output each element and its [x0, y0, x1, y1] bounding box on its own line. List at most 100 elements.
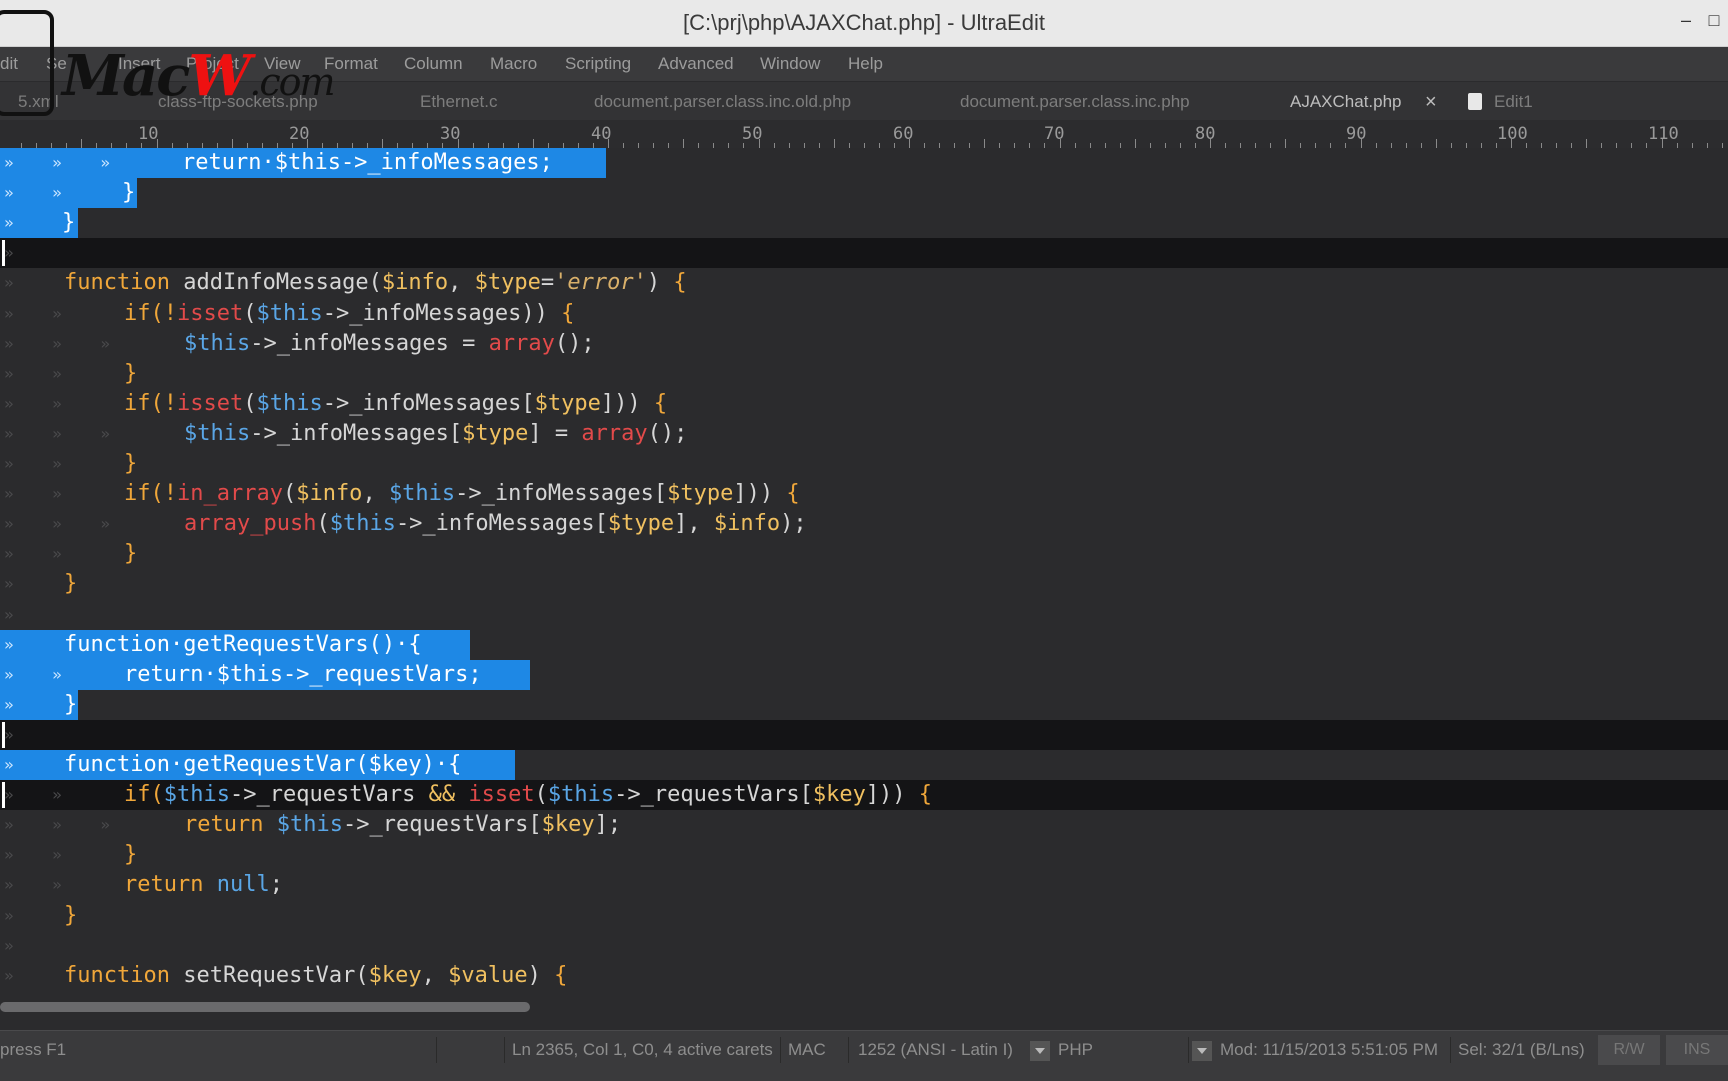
- ruler-number: 40: [591, 124, 612, 144]
- status-language[interactable]: PHP: [1058, 1040, 1093, 1060]
- code-line[interactable]: » »}: [0, 539, 1728, 569]
- whitespace-marker: »: [4, 905, 14, 925]
- language-dropdown-icon[interactable]: [1192, 1041, 1212, 1061]
- menu-window[interactable]: Window: [760, 54, 820, 74]
- code-line[interactable]: » » if(!isset($this->_infoMessages[$type]…: [0, 389, 1728, 419]
- text-caret: [2, 240, 5, 267]
- code-line[interactable]: » » return·$this->_requestVars;: [0, 659, 1728, 690]
- code-token: (: [316, 511, 330, 537]
- status-divider: [848, 1037, 849, 1063]
- code-line[interactable]: »}: [0, 901, 1728, 931]
- menu-help[interactable]: Help: [848, 54, 883, 74]
- code-token: (: [534, 782, 548, 808]
- code-token: }: [64, 902, 78, 928]
- code-token: {: [786, 481, 800, 507]
- code-token: }: [124, 360, 138, 386]
- tab-document-parser[interactable]: document.parser.class.inc.php: [960, 82, 1190, 120]
- code-line[interactable]: »: [0, 238, 1728, 269]
- code-token: ];: [594, 812, 622, 838]
- menu-column[interactable]: Column: [404, 54, 463, 74]
- menu-scripting[interactable]: Scripting: [565, 54, 631, 74]
- tab-edit1[interactable]: Edit1: [1494, 82, 1533, 120]
- ruler-number: 10: [138, 124, 159, 144]
- whitespace-marker: » »: [4, 484, 62, 504]
- code-line[interactable]: » » » $this->_infoMessages[$type] = array…: [0, 419, 1728, 449]
- code-line[interactable]: » » if($this->_requestVars && isset($this…: [0, 780, 1728, 811]
- status-selection: Sel: 32/1 (B/Lns): [1458, 1040, 1585, 1059]
- code-token: if(!: [124, 390, 177, 416]
- code-token: ->_requestVars: [229, 782, 429, 808]
- code-token: function·getRequestVars()·{: [64, 631, 422, 657]
- code-token: ();: [647, 420, 688, 446]
- code-line[interactable]: » »}: [0, 178, 1728, 209]
- code-token: array: [488, 330, 555, 356]
- code-text: function·getRequestVars()·{: [64, 630, 422, 660]
- ruler-tick: [984, 139, 986, 148]
- code-line[interactable]: » » if(!in_array($info, $this->_infoMessa…: [0, 479, 1728, 509]
- code-line[interactable]: » »}: [0, 840, 1728, 870]
- code-text: function·getRequestVar($key)·{: [64, 750, 461, 780]
- ruler-tick: [1285, 139, 1287, 148]
- code-token: if(!: [124, 300, 177, 326]
- whitespace-marker: » »: [4, 785, 62, 805]
- whitespace-marker: »: [4, 935, 14, 955]
- code-token: array_push: [184, 511, 317, 537]
- menu-macro[interactable]: Macro: [490, 54, 537, 74]
- code-line[interactable]: » » if(!isset($this->_infoMessages)) {: [0, 299, 1728, 329]
- code-token: ->_infoMessages)): [322, 300, 562, 326]
- maximize-button[interactable]: □: [1700, 8, 1728, 32]
- read-write-toggle[interactable]: R/W: [1598, 1035, 1660, 1065]
- code-token: ;: [269, 872, 283, 898]
- code-line[interactable]: »: [0, 600, 1728, 630]
- whitespace-marker: » » »: [4, 423, 110, 443]
- code-line[interactable]: » function·getRequestVars()·{: [0, 629, 1728, 660]
- code-token: return: [184, 812, 264, 838]
- whitespace-marker: » »: [4, 875, 62, 895]
- horizontal-scrollbar[interactable]: [0, 1000, 1728, 1014]
- code-text: $this->_infoMessages[$type] = array();: [184, 419, 687, 449]
- code-text: $this->_infoMessages = array();: [184, 329, 595, 359]
- code-token: setRequestVar(: [169, 962, 369, 988]
- code-line[interactable]: »}: [0, 208, 1728, 239]
- code-line[interactable]: »}: [0, 569, 1728, 599]
- whitespace-marker: »: [4, 243, 14, 263]
- scrollbar-thumb[interactable]: [0, 1002, 530, 1012]
- status-encoding[interactable]: 1252 (ANSI - Latin I): [858, 1040, 1013, 1060]
- tab-document-parser-old[interactable]: document.parser.class.inc.old.php: [594, 82, 851, 120]
- code-token: return·$this->_infoMessages;: [182, 150, 553, 175]
- code-line[interactable]: »: [0, 931, 1728, 961]
- code-line[interactable]: » » » $this->_infoMessages = array();: [0, 329, 1728, 359]
- code-token: {: [918, 782, 933, 808]
- code-line[interactable]: » function setRequestVar($key, $value) {: [0, 961, 1728, 988]
- menu-advanced[interactable]: Advanced: [658, 54, 734, 74]
- code-token: ])): [600, 390, 654, 416]
- tab-ajaxchat[interactable]: AJAXChat.php: [1290, 82, 1402, 120]
- whitespace-marker: » » »: [4, 815, 110, 835]
- code-line[interactable]: » »}: [0, 359, 1728, 389]
- tab-ethernet-c[interactable]: Ethernet.c: [420, 82, 498, 120]
- minimize-button[interactable]: –: [1672, 8, 1700, 32]
- code-token: $this: [329, 511, 396, 537]
- code-token: ();: [554, 330, 595, 356]
- status-line-ending[interactable]: MAC: [788, 1040, 826, 1060]
- code-line[interactable]: » »}: [0, 449, 1728, 479]
- code-token: (: [243, 390, 257, 416]
- encoding-dropdown-icon[interactable]: [1030, 1041, 1050, 1061]
- watermark-frame: [0, 10, 54, 116]
- code-line[interactable]: » » » return·$this->_infoMessages;: [0, 148, 1728, 178]
- code-token: $type: [474, 270, 541, 296]
- code-line[interactable]: » function·getRequestVar($key)·{: [0, 750, 1728, 780]
- code-line[interactable]: » » » array_push($this->_infoMessages[$ty…: [0, 509, 1728, 539]
- insert-mode-toggle[interactable]: INS: [1666, 1035, 1728, 1065]
- code-editor[interactable]: » » » return·$this->_infoMessages;» »}»}»…: [0, 148, 1728, 988]
- code-line[interactable]: » » return null;: [0, 870, 1728, 900]
- code-line[interactable]: »: [0, 719, 1728, 750]
- code-line[interactable]: »}: [0, 689, 1728, 720]
- code-line[interactable]: » » » return $this->_requestVars[$key];: [0, 810, 1728, 840]
- code-token: {: [673, 270, 687, 296]
- code-line[interactable]: » function addInfoMessage($info, $type='e…: [0, 268, 1728, 298]
- code-text: if(!in_array($info, $this->_infoMessages…: [124, 479, 800, 509]
- code-text: }: [124, 539, 137, 569]
- close-tab-icon[interactable]: ×: [1425, 82, 1437, 122]
- code-token: ->_infoMessages =: [250, 330, 489, 356]
